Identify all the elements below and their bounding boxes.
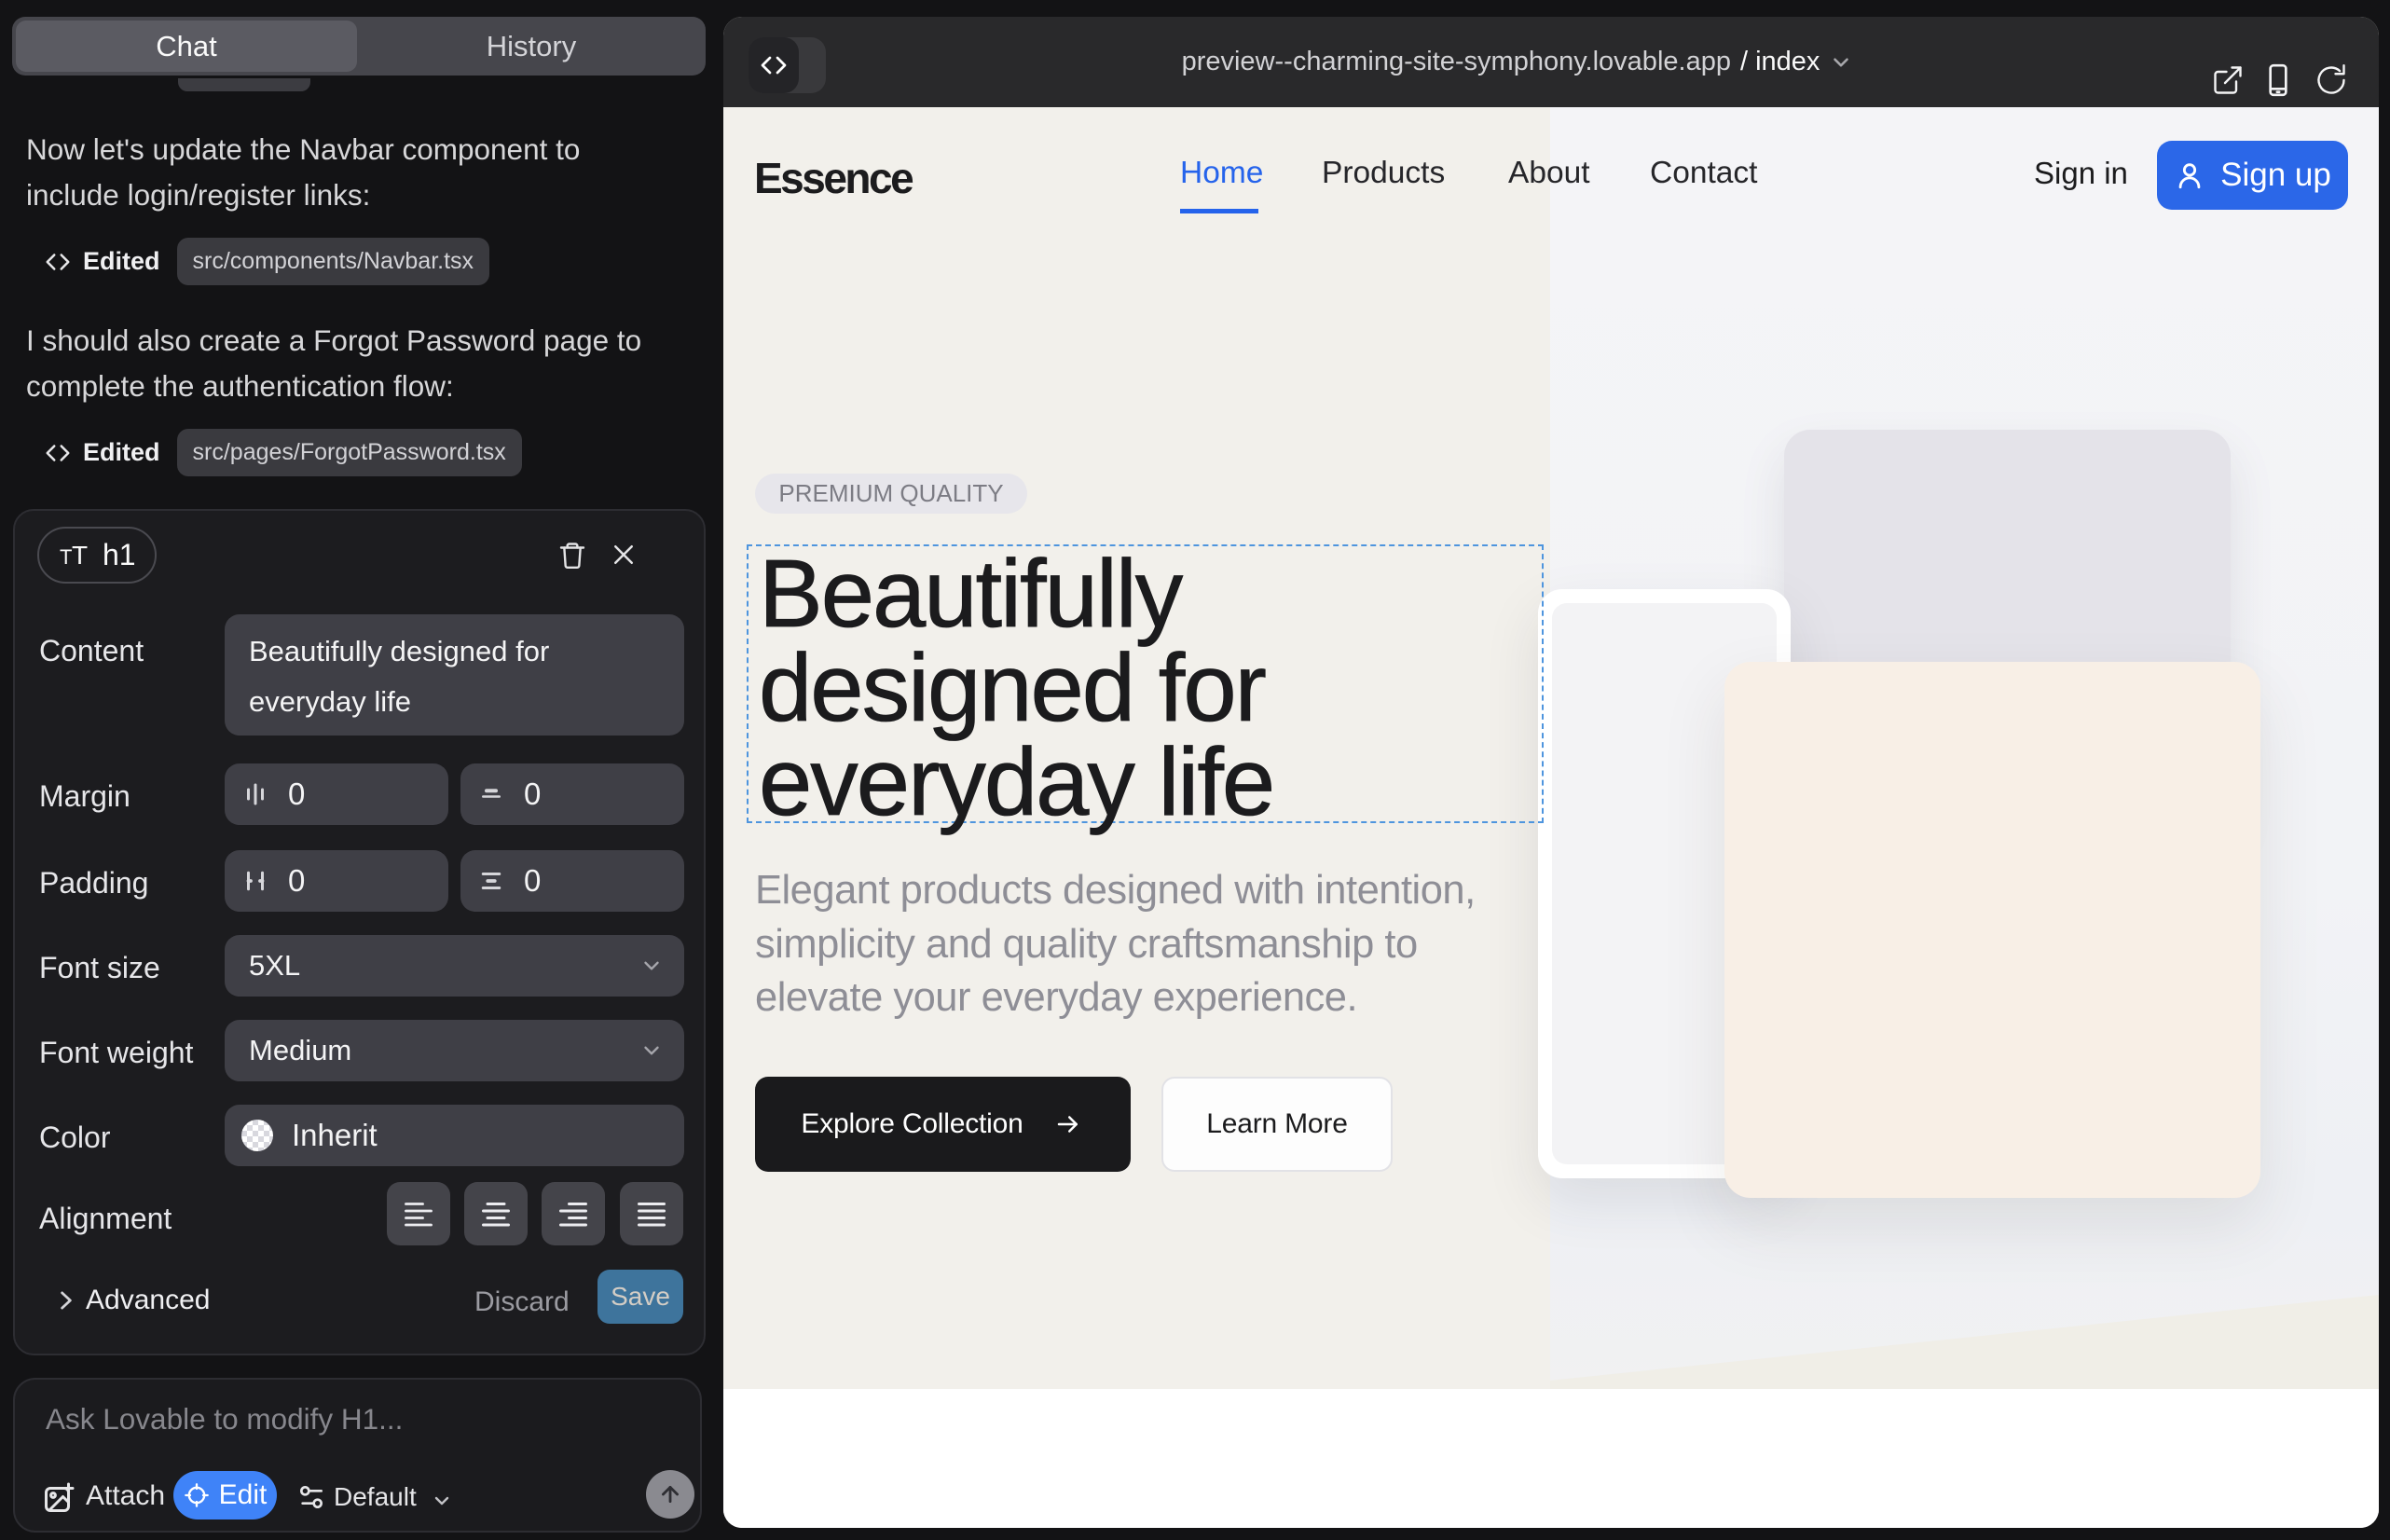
svg-text:T: T xyxy=(60,545,72,569)
svg-text:T: T xyxy=(72,542,88,570)
